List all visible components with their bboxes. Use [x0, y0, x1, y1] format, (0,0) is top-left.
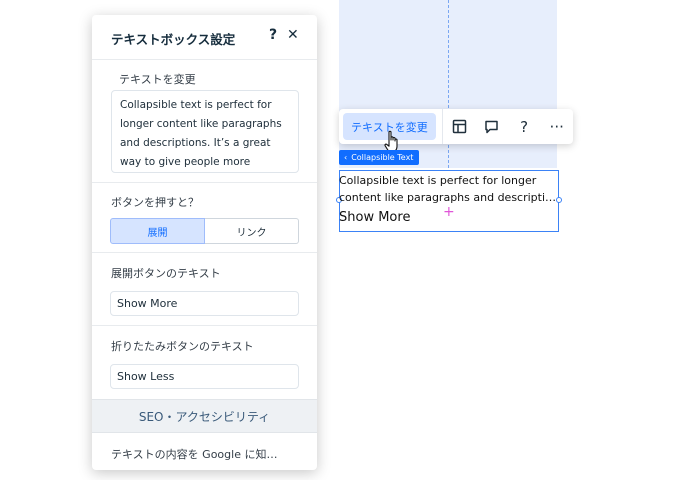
show-more-link[interactable]: Show More	[339, 210, 410, 225]
panel-title: テキストボックス設定	[111, 32, 236, 47]
more-icon[interactable]: ···	[540, 109, 573, 144]
component-tag[interactable]: ‹ Collapsible Text	[339, 150, 420, 165]
collapse-text-label: 折りたたみボタンのテキスト	[111, 340, 254, 353]
section-divider	[92, 252, 317, 253]
option-expand[interactable]: 展開	[110, 218, 205, 244]
button-action-toggle: 展開 リンク	[110, 218, 299, 244]
section-divider	[92, 182, 317, 183]
close-button[interactable]: ✕	[287, 27, 299, 43]
seo-google-setting[interactable]: テキストの内容を Google に知…	[111, 446, 277, 462]
collapsible-text-content: Collapsible text is perfect for longer c…	[339, 172, 561, 206]
section-divider	[92, 325, 317, 326]
add-section-plus-icon[interactable]: +	[443, 205, 455, 219]
button-action-label: ボタンを押すと？	[111, 196, 199, 209]
help-button[interactable]: ?	[269, 27, 277, 43]
option-link[interactable]: リンク	[205, 218, 299, 244]
help-icon[interactable]: ?	[508, 109, 541, 144]
component-tag-label: Collapsible Text	[351, 153, 414, 162]
layout-icon[interactable]	[443, 109, 476, 144]
collapsible-text-line-1: Collapsible text is perfect for longer	[339, 174, 537, 187]
component-toolbar: テキストを変更 ? ···	[339, 109, 573, 144]
seo-accessibility-section[interactable]: SEO・アクセシビリティ	[92, 399, 317, 433]
expand-text-input[interactable]: Show More	[110, 291, 299, 316]
chevron-left-icon: ‹	[344, 153, 348, 162]
expand-text-label: 展開ボタンのテキスト	[111, 267, 221, 280]
text-settings-panel: テキストボックス設定 ? ✕ テキストを変更 Collapsible text …	[92, 15, 317, 470]
comment-icon[interactable]	[475, 109, 508, 144]
change-text-label: テキストを変更	[119, 73, 196, 86]
panel-header: テキストボックス設定 ? ✕	[92, 15, 317, 60]
change-text-textarea[interactable]: Collapsible text is perfect for longer c…	[111, 90, 299, 173]
collapse-text-input[interactable]: Show Less	[110, 364, 299, 389]
